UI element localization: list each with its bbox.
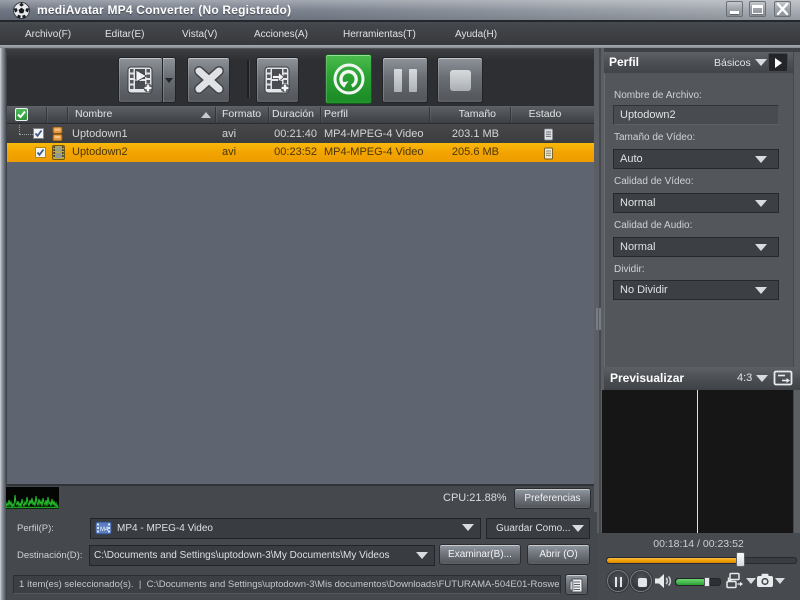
svg-text:M4: M4: [100, 527, 109, 533]
